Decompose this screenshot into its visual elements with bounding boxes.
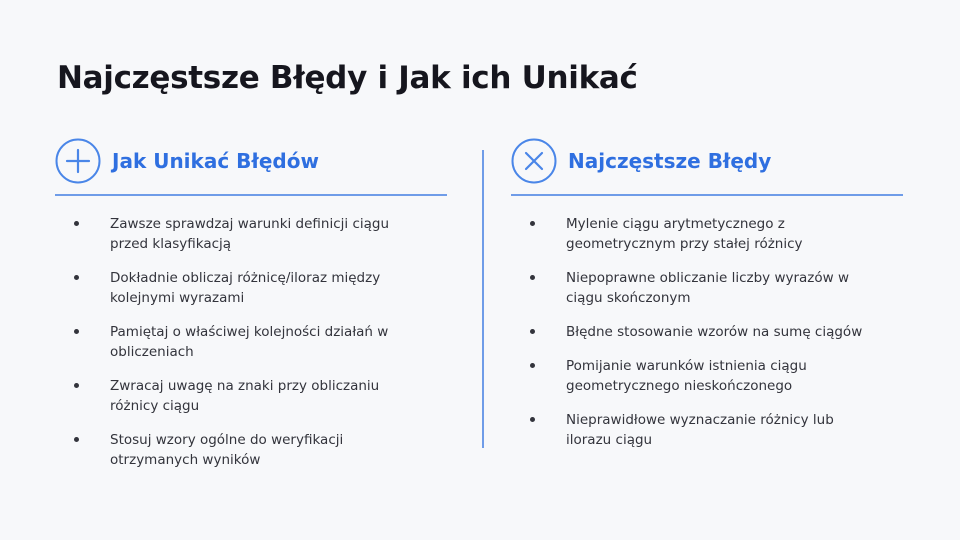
bullet-dot <box>74 221 79 226</box>
bullet-dot <box>74 383 79 388</box>
list-item: Zwracaj uwagę na znaki przy obliczaniu r… <box>55 376 410 416</box>
bullet-dot <box>530 363 535 368</box>
plus-circle-icon <box>55 138 101 184</box>
list-item-text: Zawsze sprawdzaj warunki definicji ciągu… <box>110 216 390 252</box>
bullet-list: Mylenie ciągu arytmetycznego z geometryc… <box>511 214 903 450</box>
bullet-dot <box>530 417 535 422</box>
column-header: Najczęstsze Błędy <box>511 138 903 184</box>
column-header: Jak Unikać Błędów <box>55 138 447 184</box>
list-item-text: Błędne stosowanie wzorów na sumę ciągów <box>566 324 863 340</box>
list-item-text: Stosuj wzory ogólne do weryfikacji otrzy… <box>110 432 344 468</box>
column-how-to-avoid: Jak Unikać Błędów Zawsze sprawdzaj warun… <box>55 138 447 484</box>
list-item: Pomijanie warunków istnienia ciągu geome… <box>511 356 866 396</box>
bullet-dot <box>74 275 79 280</box>
bullet-dot <box>74 329 79 334</box>
slide-title: Najczęstsze Błędy i Jak ich Unikać <box>57 60 638 96</box>
column-title: Najczęstsze Błędy <box>568 149 772 173</box>
column-underline <box>55 194 447 196</box>
bullet-dot <box>74 437 79 442</box>
column-title: Jak Unikać Błędów <box>112 149 319 173</box>
list-item: Mylenie ciągu arytmetycznego z geometryc… <box>511 214 866 254</box>
column-common-mistakes: Najczęstsze Błędy Mylenie ciągu arytmety… <box>511 138 903 464</box>
list-item-text: Pamiętaj o właściwej kolejności działań … <box>110 324 389 360</box>
list-item-text: Niepoprawne obliczanie liczby wyrazów w … <box>566 270 850 306</box>
column-divider <box>482 150 484 448</box>
list-item: Zawsze sprawdzaj warunki definicji ciągu… <box>55 214 410 254</box>
list-item-text: Zwracaj uwagę na znaki przy obliczaniu r… <box>110 378 380 414</box>
list-item: Stosuj wzory ogólne do weryfikacji otrzy… <box>55 430 410 470</box>
list-item-text: Mylenie ciągu arytmetycznego z geometryc… <box>566 216 803 252</box>
bullet-list: Zawsze sprawdzaj warunki definicji ciągu… <box>55 214 447 470</box>
bullet-dot <box>530 275 535 280</box>
list-item: Pamiętaj o właściwej kolejności działań … <box>55 322 410 362</box>
list-item-text: Dokładnie obliczaj różnicę/iloraz między… <box>110 270 381 306</box>
bullet-dot <box>530 221 535 226</box>
list-item-text: Pomijanie warunków istnienia ciągu geome… <box>566 358 807 394</box>
list-item: Błędne stosowanie wzorów na sumę ciągów <box>511 322 866 342</box>
x-circle-icon <box>511 138 557 184</box>
list-item-text: Nieprawidłowe wyznaczanie różnicy lub il… <box>566 412 834 448</box>
list-item: Niepoprawne obliczanie liczby wyrazów w … <box>511 268 866 308</box>
column-underline <box>511 194 903 196</box>
list-item: Dokładnie obliczaj różnicę/iloraz między… <box>55 268 410 308</box>
slide: Najczęstsze Błędy i Jak ich Unikać Jak U… <box>0 0 960 540</box>
bullet-dot <box>530 329 535 334</box>
list-item: Nieprawidłowe wyznaczanie różnicy lub il… <box>511 410 866 450</box>
